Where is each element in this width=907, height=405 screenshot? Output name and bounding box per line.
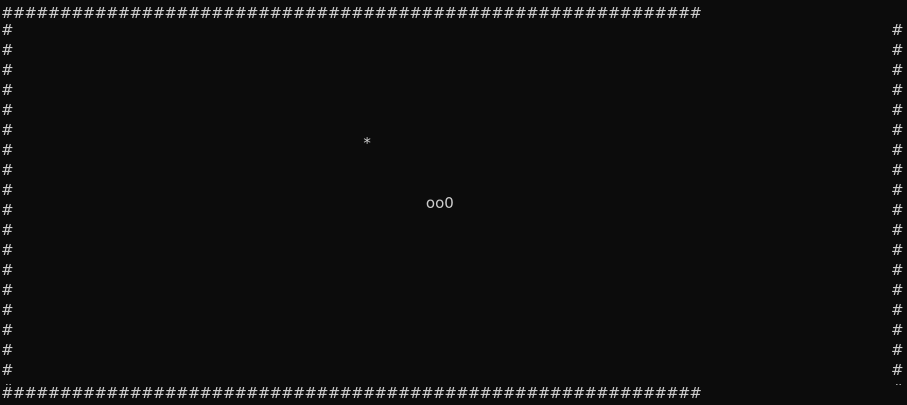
wall-cell: # xyxy=(1,241,13,259)
wall-cell: # xyxy=(1,41,13,59)
wall-cell: # xyxy=(891,161,903,179)
wall-cell: # xyxy=(1,201,13,219)
wall-cell: # xyxy=(891,301,903,319)
snake: oo0 xyxy=(425,194,454,212)
wall-cell: # xyxy=(1,121,13,139)
top-wall: ########################################… xyxy=(1,4,702,22)
wall-cell: # xyxy=(891,101,903,119)
wall-cell: # xyxy=(1,81,13,99)
wall-cell: # xyxy=(891,121,903,139)
wall-cell: # xyxy=(1,341,13,359)
wall-cell: # xyxy=(891,361,903,379)
food-item: * xyxy=(363,134,371,152)
wall-cell: # xyxy=(891,281,903,299)
wall-cell: # xyxy=(1,321,13,339)
wall-cell: # xyxy=(891,241,903,259)
wall-cell: # xyxy=(1,221,13,239)
wall-cell: # xyxy=(1,281,13,299)
wall-cell: # xyxy=(891,261,903,279)
wall-cell: # xyxy=(891,141,903,159)
wall-cell: # xyxy=(891,201,903,219)
wall-cell: # xyxy=(891,321,903,339)
wall-cell: # xyxy=(1,181,13,199)
bottom-wall: ########################################… xyxy=(1,384,702,402)
wall-cell: # xyxy=(1,261,13,279)
left-wall: ################### xyxy=(1,20,13,385)
wall-cell: # xyxy=(1,101,13,119)
wall-cell: # xyxy=(891,341,903,359)
right-wall: ################### xyxy=(891,20,903,385)
wall-cell: # xyxy=(891,221,903,239)
game-board: ########################################… xyxy=(0,0,907,405)
wall-cell: # xyxy=(891,81,903,99)
wall-cell: # xyxy=(891,21,903,39)
wall-cell: # xyxy=(1,301,13,319)
wall-cell: # xyxy=(891,61,903,79)
wall-cell: # xyxy=(1,21,13,39)
wall-cell: # xyxy=(891,181,903,199)
wall-cell: # xyxy=(1,61,13,79)
wall-cell: # xyxy=(1,161,13,179)
wall-cell: # xyxy=(891,41,903,59)
wall-cell: # xyxy=(1,361,13,379)
wall-cell: # xyxy=(1,141,13,159)
